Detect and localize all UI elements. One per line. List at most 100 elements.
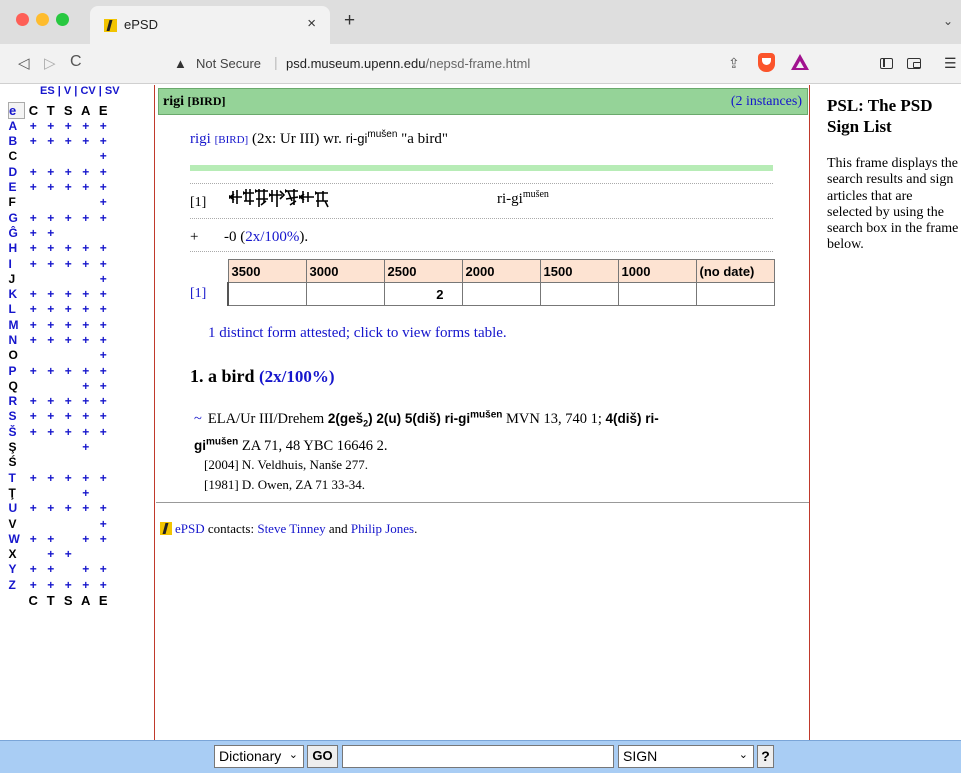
mode-link-sv[interactable]: SV xyxy=(105,85,120,97)
index-link-e[interactable]: + xyxy=(95,119,113,135)
index-link-s[interactable]: + xyxy=(60,471,78,486)
index-link-c[interactable]: + xyxy=(25,394,43,409)
contact-link-tinney[interactable]: Steve Tinney xyxy=(257,521,325,536)
index-link-c[interactable]: + xyxy=(25,256,43,271)
expand-plus-icon[interactable]: + xyxy=(190,229,198,245)
index-letter[interactable]: U xyxy=(9,501,25,516)
index-link-c[interactable]: + xyxy=(25,578,43,593)
index-letter[interactable]: Ĝ xyxy=(9,226,25,241)
index-link-s[interactable]: + xyxy=(60,119,78,135)
index-link-t[interactable]: + xyxy=(42,532,60,547)
close-tab-icon[interactable]: × xyxy=(307,15,316,32)
index-link-t[interactable]: + xyxy=(42,409,60,424)
index-link-e[interactable]: + xyxy=(95,425,113,440)
index-link-a[interactable]: + xyxy=(77,501,95,516)
index-link-e[interactable]: + xyxy=(95,256,113,271)
index-link-e[interactable]: + xyxy=(95,302,113,317)
index-link-t[interactable]: + xyxy=(42,547,60,562)
sense-stats-link[interactable]: (2x/100%) xyxy=(259,367,335,386)
help-button[interactable]: ? xyxy=(757,745,774,768)
index-link-s[interactable]: + xyxy=(60,425,78,440)
index-link-e[interactable]: + xyxy=(95,272,113,287)
index-link-a[interactable]: + xyxy=(77,394,95,409)
reload-button[interactable]: C xyxy=(70,53,82,71)
index-link-c[interactable]: + xyxy=(25,226,43,241)
index-link-a[interactable]: + xyxy=(77,578,95,593)
index-link-t[interactable]: + xyxy=(42,333,60,348)
index-link-t[interactable]: + xyxy=(42,578,60,593)
index-link-e[interactable]: + xyxy=(95,318,113,333)
new-tab-button[interactable]: + xyxy=(344,10,355,32)
index-link-e[interactable]: + xyxy=(95,532,113,547)
index-letter[interactable]: Š xyxy=(9,425,25,440)
index-link-e[interactable]: + xyxy=(95,578,113,593)
index-link-e[interactable]: + xyxy=(95,516,113,531)
index-letter[interactable]: B xyxy=(9,134,25,149)
index-link-e[interactable]: + xyxy=(95,562,113,577)
index-link-a[interactable]: + xyxy=(77,379,95,394)
wallet-icon[interactable] xyxy=(907,58,921,69)
plus-stats-link[interactable]: 2x/100% xyxy=(245,229,299,245)
mode-link-cv[interactable]: CV xyxy=(80,85,95,97)
index-link-s[interactable]: + xyxy=(60,165,78,180)
index-link-t[interactable]: + xyxy=(42,119,60,135)
index-link-t[interactable]: + xyxy=(42,287,60,302)
citation-tilde-link[interactable]: ~ xyxy=(194,411,202,427)
index-link-c[interactable]: + xyxy=(25,425,43,440)
index-link-s[interactable]: + xyxy=(60,363,78,378)
index-link-a[interactable]: + xyxy=(77,180,95,195)
index-link-c[interactable]: + xyxy=(25,134,43,149)
index-link-e[interactable]: + xyxy=(95,134,113,149)
sidebar-toggle-icon[interactable] xyxy=(880,58,893,69)
index-link-s[interactable]: + xyxy=(60,241,78,256)
index-link-c[interactable]: + xyxy=(25,471,43,486)
mode-link-v[interactable]: V xyxy=(64,85,71,97)
index-link-a[interactable]: + xyxy=(77,318,95,333)
index-link-a[interactable]: + xyxy=(77,256,95,271)
back-button[interactable]: ◁ xyxy=(18,54,30,72)
index-link-t[interactable]: + xyxy=(42,210,60,225)
index-link-c[interactable]: + xyxy=(25,562,43,577)
index-link-a[interactable]: + xyxy=(77,302,95,317)
index-link-a[interactable]: + xyxy=(77,363,95,378)
index-link-a[interactable]: + xyxy=(77,440,95,455)
index-letter[interactable]: N xyxy=(9,333,25,348)
index-link-c[interactable]: + xyxy=(25,165,43,180)
index-letter[interactable]: A xyxy=(9,119,25,135)
menu-icon[interactable]: ☰ xyxy=(944,55,957,72)
index-link-t[interactable]: + xyxy=(42,134,60,149)
index-letter[interactable]: M xyxy=(9,318,25,333)
brave-shields-icon[interactable] xyxy=(758,53,775,72)
index-link-c[interactable]: + xyxy=(25,333,43,348)
instances-link[interactable]: (2 instances) xyxy=(731,94,802,110)
index-link-s[interactable]: + xyxy=(60,394,78,409)
index-link-e[interactable]: + xyxy=(95,180,113,195)
address-bar[interactable]: ▲ Not Secure | psd.museum.upenn.edu/neps… xyxy=(162,50,824,78)
index-link-s[interactable]: + xyxy=(60,256,78,271)
index-link-t[interactable]: + xyxy=(42,256,60,271)
index-link-c[interactable]: + xyxy=(25,363,43,378)
browser-tab-epsd[interactable]: ePSD × xyxy=(90,6,330,44)
index-link-c[interactable]: + xyxy=(25,241,43,256)
index-link-e[interactable]: + xyxy=(95,471,113,486)
index-link-e[interactable]: + xyxy=(95,409,113,424)
summary-word-link[interactable]: rigi [BIRD] xyxy=(190,131,248,147)
index-link-a[interactable]: + xyxy=(77,287,95,302)
index-link-t[interactable]: + xyxy=(42,394,60,409)
dictionary-select[interactable]: Dictionary ⌄ xyxy=(214,745,304,768)
index-link-e[interactable]: + xyxy=(95,394,113,409)
url-text[interactable]: psd.museum.upenn.edu/nepsd-frame.html xyxy=(286,56,530,71)
minimize-window-button[interactable] xyxy=(36,13,49,26)
index-link-c[interactable]: + xyxy=(25,409,43,424)
index-link-s[interactable]: + xyxy=(60,578,78,593)
index-link-c[interactable]: + xyxy=(25,180,43,195)
index-letter[interactable]: Y xyxy=(9,562,25,577)
tab-list-chevron-icon[interactable]: ⌄ xyxy=(943,14,953,28)
index-link-t[interactable]: + xyxy=(42,165,60,180)
index-link-s[interactable]: + xyxy=(60,287,78,302)
index-link-a[interactable]: + xyxy=(77,425,95,440)
index-link-t[interactable]: + xyxy=(42,363,60,378)
share-icon[interactable]: ⇪ xyxy=(728,55,740,72)
index-link-a[interactable]: + xyxy=(77,486,95,501)
index-letter[interactable]: R xyxy=(9,394,25,409)
